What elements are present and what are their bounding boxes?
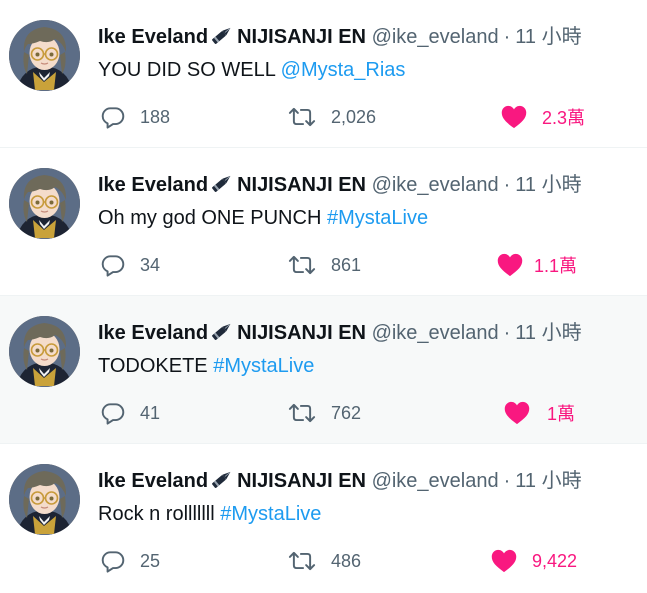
timestamp[interactable]: 11 小時: [515, 26, 581, 48]
like-button[interactable]: 1.1萬: [496, 250, 577, 280]
tweet[interactable]: Ike Eveland NIJISANJI EN @ike_eveland · 11 …: [0, 296, 647, 444]
avatar-image: [9, 20, 80, 91]
separator-dot: ·: [503, 26, 511, 48]
tweet-actions: 25 486 9,422: [0, 546, 647, 576]
avatar[interactable]: [9, 464, 80, 535]
tweet-header: Ike Eveland NIJISANJI EN @ike_eveland · 11 …: [98, 320, 627, 349]
tweet-feed: Ike Eveland NIJISANJI EN @ike_eveland · 11 …: [0, 0, 647, 593]
like-button[interactable]: 2.3萬: [500, 102, 585, 132]
avatar-image: [9, 316, 80, 387]
reply-icon: [101, 255, 125, 277]
reply-button[interactable]: 188: [100, 102, 170, 132]
tweet-text: TODOKETE #MystaLive: [98, 353, 314, 379]
name-suffix[interactable]: NIJISANJI EN: [237, 470, 366, 492]
reply-button[interactable]: 25: [100, 546, 160, 576]
name-suffix[interactable]: NIJISANJI EN: [237, 174, 366, 196]
like-count: 1萬: [547, 404, 576, 424]
reply-button[interactable]: 41: [100, 398, 160, 428]
tweet-actions: 41 762 1萬: [0, 398, 647, 428]
heart-icon: [504, 401, 530, 425]
tweet-link[interactable]: @Mysta_Rias: [281, 59, 406, 81]
heart-icon: [501, 105, 527, 129]
like-count: 9,422: [532, 550, 578, 571]
tweet[interactable]: Ike Eveland NIJISANJI EN @ike_eveland · 11 …: [0, 148, 647, 296]
tweet-body: Rock n rolllllll: [98, 503, 221, 525]
heart-icon: [491, 549, 517, 573]
heart-icon: [497, 253, 523, 277]
reply-count: 188: [140, 106, 171, 127]
name-suffix[interactable]: NIJISANJI EN: [237, 26, 366, 48]
avatar[interactable]: [9, 316, 80, 387]
separator-dot: ·: [503, 174, 511, 196]
tweet[interactable]: Ike Eveland NIJISANJI EN @ike_eveland · 11 …: [0, 0, 647, 148]
timestamp[interactable]: 11 小時: [515, 322, 581, 344]
display-name[interactable]: Ike Eveland: [98, 470, 208, 492]
reply-icon: [101, 551, 125, 573]
retweet-count: 486: [331, 550, 362, 571]
retweet-button[interactable]: 486: [287, 546, 361, 576]
tweet-header: Ike Eveland NIJISANJI EN @ike_eveland · 11 …: [98, 24, 627, 53]
retweet-icon: [288, 403, 316, 423]
reply-button[interactable]: 34: [100, 250, 160, 280]
timestamp[interactable]: 11 小時: [515, 470, 581, 492]
pen-nib-icon: [209, 24, 235, 53]
reply-count: 41: [140, 402, 161, 423]
retweet-button[interactable]: 2,026: [287, 102, 376, 132]
avatar[interactable]: [9, 168, 80, 239]
tweet-body: TODOKETE: [98, 355, 214, 377]
tweet-actions: 188 2,026 2.3萬: [0, 102, 647, 132]
separator-dot: ·: [503, 470, 511, 492]
reply-icon: [101, 403, 125, 425]
retweet-count: 861: [331, 254, 362, 275]
tweet-header: Ike Eveland NIJISANJI EN @ike_eveland · 11 …: [98, 468, 627, 497]
retweet-count: 762: [331, 402, 362, 423]
display-name[interactable]: Ike Eveland: [98, 322, 208, 344]
pen-nib-icon: [209, 172, 235, 201]
tweet-actions: 34 861 1.1萬: [0, 250, 647, 280]
reply-count: 25: [140, 550, 161, 571]
like-count: 2.3萬: [542, 108, 586, 128]
retweet-icon: [288, 107, 316, 127]
reply-icon: [101, 107, 125, 129]
retweet-button[interactable]: 861: [287, 250, 361, 280]
retweet-icon: [288, 255, 316, 275]
retweet-count: 2,026: [331, 106, 377, 127]
tweet-link[interactable]: #MystaLive: [327, 207, 428, 229]
pen-nib-icon: [209, 468, 235, 497]
like-count: 1.1萬: [534, 256, 578, 276]
reply-count: 34: [140, 254, 161, 275]
handle[interactable]: @ike_eveland: [372, 470, 499, 492]
display-name[interactable]: Ike Eveland: [98, 174, 208, 196]
tweet-body: YOU DID SO WELL: [98, 59, 281, 81]
like-button[interactable]: 9,422: [490, 546, 577, 576]
separator-dot: ·: [503, 322, 511, 344]
tweet-text: Rock n rolllllll #MystaLive: [98, 501, 321, 527]
tweet-body: Oh my god ONE PUNCH: [98, 207, 327, 229]
handle[interactable]: @ike_eveland: [372, 174, 499, 196]
tweet-link[interactable]: #MystaLive: [220, 503, 321, 525]
tweet-link[interactable]: #MystaLive: [213, 355, 314, 377]
pen-nib-icon: [209, 320, 235, 349]
handle[interactable]: @ike_eveland: [372, 26, 499, 48]
tweet-text: Oh my god ONE PUNCH #MystaLive: [98, 205, 428, 231]
tweet-header: Ike Eveland NIJISANJI EN @ike_eveland · 11 …: [98, 172, 627, 201]
tweet[interactable]: Ike Eveland NIJISANJI EN @ike_eveland · 11 …: [0, 444, 647, 593]
avatar-image: [9, 168, 80, 239]
timestamp[interactable]: 11 小時: [515, 174, 581, 196]
avatar-image: [9, 464, 80, 535]
handle[interactable]: @ike_eveland: [372, 322, 499, 344]
tweet-text: YOU DID SO WELL @Mysta_Rias: [98, 57, 405, 83]
retweet-button[interactable]: 762: [287, 398, 361, 428]
display-name[interactable]: Ike Eveland: [98, 26, 208, 48]
retweet-icon: [288, 551, 316, 571]
name-suffix[interactable]: NIJISANJI EN: [237, 322, 366, 344]
like-button[interactable]: 1萬: [503, 398, 575, 428]
avatar[interactable]: [9, 20, 80, 91]
